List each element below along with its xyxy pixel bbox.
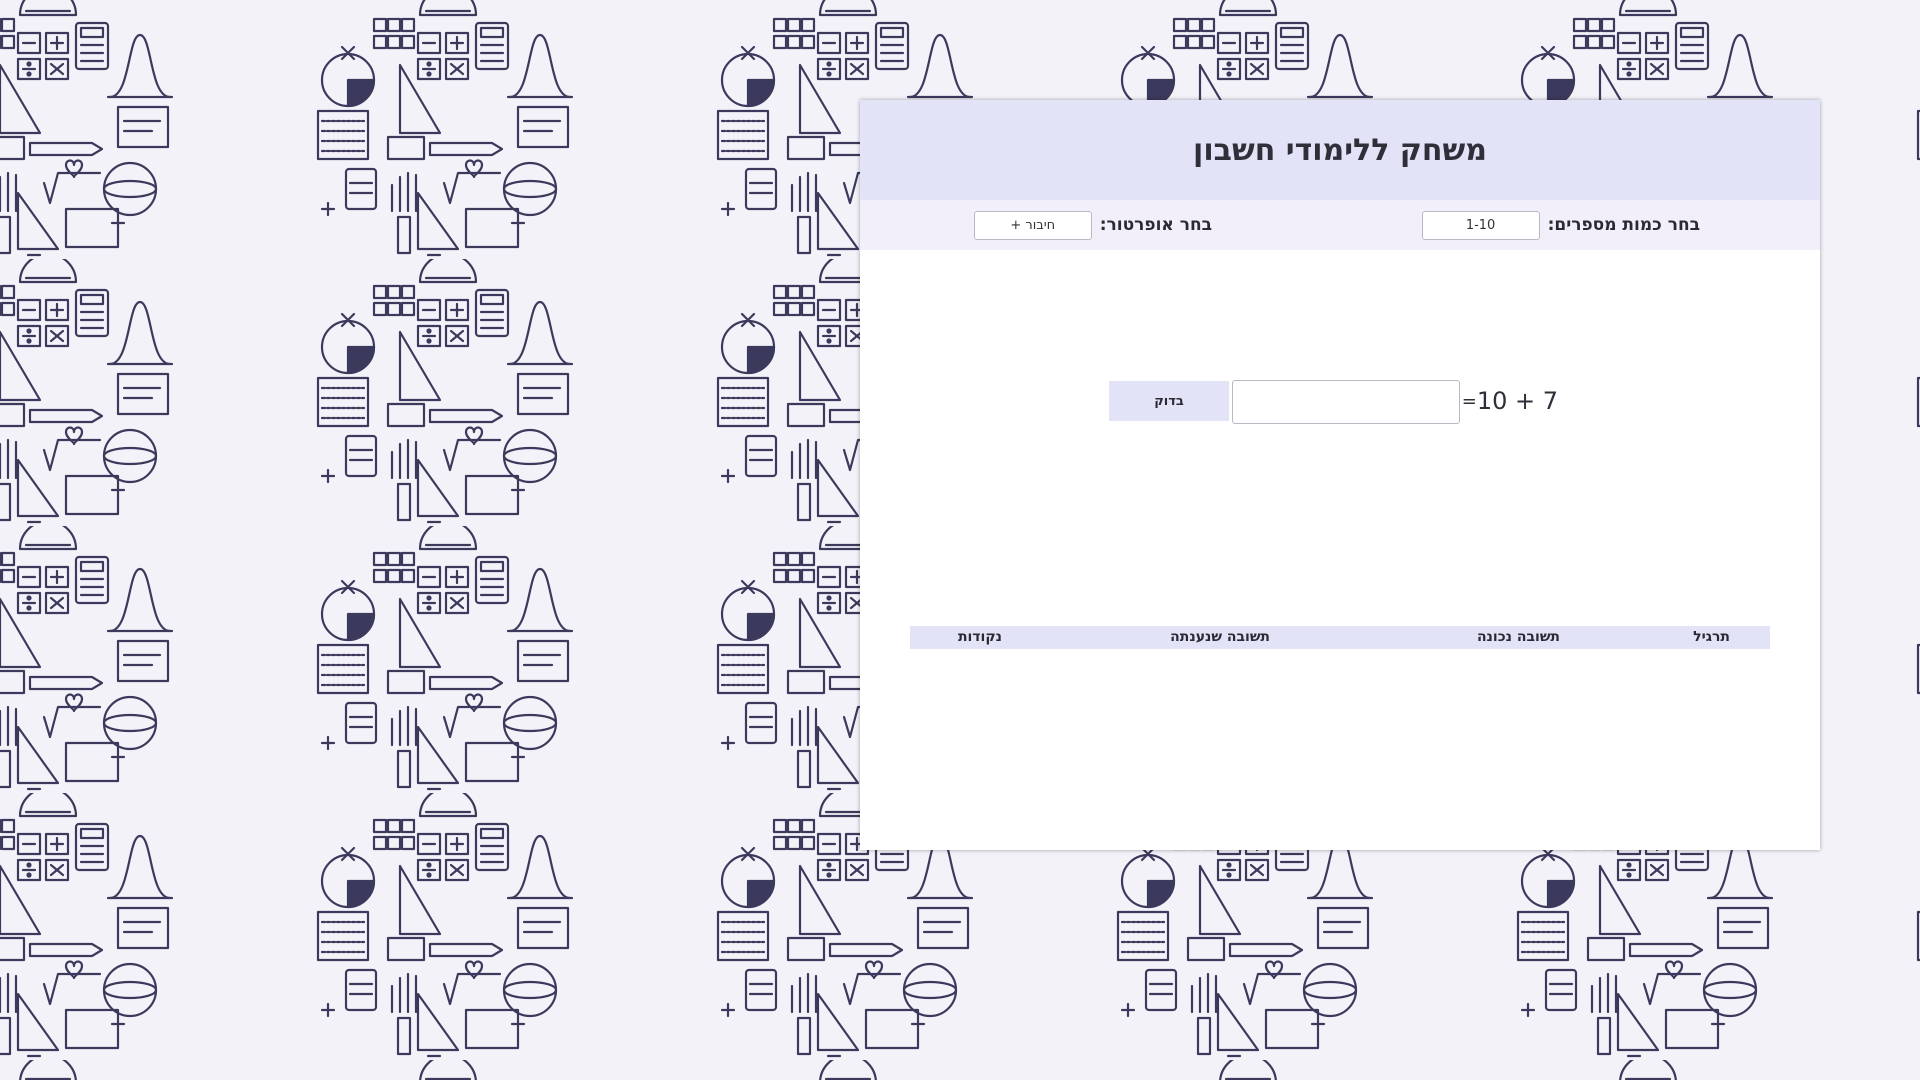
column-given-answer: תשובה שנענתה [1170, 629, 1270, 645]
page-header: משחק ללימודי חשבון [860, 100, 1820, 200]
check-button[interactable]: בדוק [1109, 381, 1229, 421]
equals-sign: = [1461, 390, 1477, 412]
page-title: משחק ללימודי חשבון [1193, 132, 1487, 168]
range-label: בחר כמות מספרים: [1547, 215, 1700, 235]
question-text: 10 + 7 [1476, 387, 1558, 415]
operator-label: בחר אופרטור: [1099, 215, 1212, 235]
operator-select[interactable]: חיבור + [973, 210, 1092, 240]
operator-option: בחר אופרטור: חיבור + [973, 200, 1212, 250]
results-table-header: תרגיל תשובה נכונה תשובה שנענתה נקודות [910, 626, 1770, 649]
answer-input[interactable] [1232, 380, 1460, 424]
range-option: בחר כמות מספרים: 1-10 [1421, 200, 1700, 250]
exercise-row: = 10 + 7 בדוק [860, 380, 1820, 424]
column-correct-answer: תשובה נכונה [1476, 629, 1560, 645]
range-select[interactable]: 1-10 [1421, 210, 1540, 240]
exercise-question: = 10 + 7 [1448, 380, 1558, 422]
column-exercise: תרגיל [1693, 629, 1730, 645]
column-points: נקודות [957, 629, 1002, 645]
game-panel: משחק ללימודי חשבון בחר כמות מספרים: 1-10… [860, 100, 1820, 850]
options-bar: בחר כמות מספרים: 1-10 בחר אופרטור: חיבור… [860, 200, 1820, 250]
